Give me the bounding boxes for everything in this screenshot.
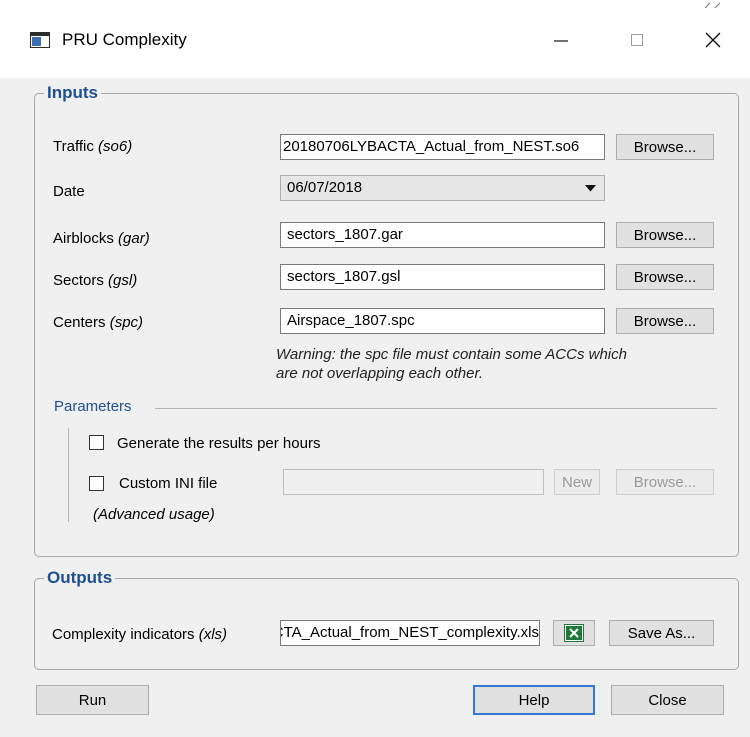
close-icon bbox=[705, 32, 721, 48]
window-corner-decoration bbox=[704, 2, 721, 9]
per-hours-checkbox[interactable] bbox=[89, 435, 104, 450]
help-button[interactable]: Help bbox=[473, 685, 595, 715]
app-icon bbox=[30, 32, 50, 48]
save-as-button[interactable]: Save As... bbox=[609, 620, 714, 646]
traffic-label: Traffic (so6) bbox=[53, 138, 133, 155]
centers-file-field[interactable]: Airspace_1807.spc bbox=[280, 308, 605, 334]
date-picker[interactable]: 06/07/2018 bbox=[280, 175, 605, 201]
airblocks-label: Airblocks (gar) bbox=[53, 230, 150, 247]
maximize-icon bbox=[631, 34, 643, 46]
custom-ini-label: Custom INI file bbox=[119, 475, 218, 492]
close-window-button[interactable] bbox=[690, 22, 736, 58]
parameters-legend: Parameters bbox=[54, 398, 132, 415]
date-value: 06/07/2018 bbox=[287, 179, 363, 196]
parameters-divider bbox=[155, 408, 717, 409]
outputs-group: Outputs bbox=[34, 568, 739, 670]
sectors-file-field[interactable]: sectors_1807.gsl bbox=[280, 264, 605, 290]
spc-warning-line-1: Warning: the spc file must contain some … bbox=[276, 346, 627, 363]
parameters-bracket-line bbox=[68, 428, 69, 522]
per-hours-label: Generate the results per hours bbox=[117, 435, 321, 452]
minimize-button[interactable] bbox=[538, 22, 584, 58]
run-button[interactable]: Run bbox=[36, 685, 149, 715]
airblocks-browse-button[interactable]: Browse... bbox=[616, 222, 714, 248]
minimize-icon bbox=[554, 40, 568, 42]
outputs-legend: Outputs bbox=[47, 568, 113, 587]
maximize-button[interactable] bbox=[614, 22, 660, 58]
window-title: PRU Complexity bbox=[62, 30, 187, 49]
sectors-label: Sectors (gsl) bbox=[53, 272, 138, 289]
traffic-file-field[interactable]: 20180706LYBACTA_Actual_from_NEST.so6 bbox=[280, 134, 605, 160]
airblocks-file-field[interactable]: sectors_1807.gar bbox=[280, 222, 605, 248]
custom-ini-checkbox[interactable] bbox=[89, 476, 104, 491]
custom-ini-new-button[interactable]: New bbox=[554, 469, 600, 495]
complexity-label: Complexity indicators (xls) bbox=[52, 626, 228, 643]
centers-label: Centers (spc) bbox=[53, 314, 144, 331]
excel-icon bbox=[564, 624, 584, 642]
chevron-down-icon bbox=[585, 185, 596, 192]
custom-ini-sublabel: (Advanced usage) bbox=[93, 506, 215, 523]
custom-ini-file-field[interactable] bbox=[283, 469, 544, 495]
sectors-browse-button[interactable]: Browse... bbox=[616, 264, 714, 290]
date-label: Date bbox=[53, 183, 85, 200]
open-excel-button[interactable] bbox=[553, 620, 595, 646]
complexity-output-field[interactable]: 20180706LYBACTA_Actual_from_NEST_complex… bbox=[280, 620, 540, 646]
custom-ini-browse-button[interactable]: Browse... bbox=[616, 469, 714, 495]
close-button[interactable]: Close bbox=[611, 685, 724, 715]
inputs-legend: Inputs bbox=[47, 83, 98, 102]
spc-warning-line-2: are not overlapping each other. bbox=[276, 365, 484, 382]
centers-browse-button[interactable]: Browse... bbox=[616, 308, 714, 334]
traffic-browse-button[interactable]: Browse... bbox=[616, 134, 714, 160]
